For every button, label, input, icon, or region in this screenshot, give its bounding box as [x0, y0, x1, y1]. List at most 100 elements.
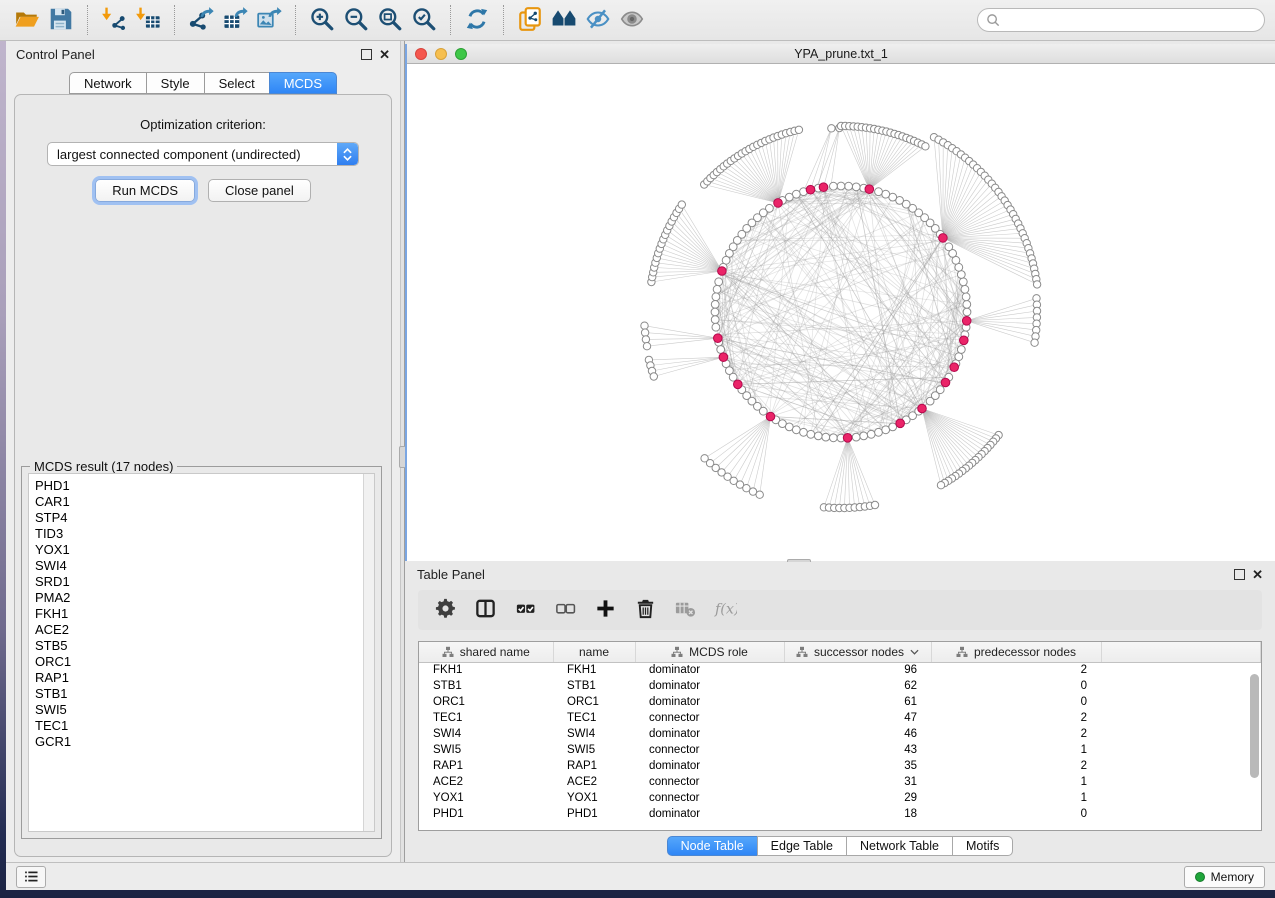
cell-name[interactable]: YOX1 [553, 790, 635, 806]
tab-style[interactable]: Style [146, 72, 204, 94]
tab-node-table[interactable]: Node Table [667, 836, 757, 856]
cell-successor_nodes[interactable]: 62 [784, 678, 931, 694]
result-list-item[interactable]: TID3 [35, 526, 363, 542]
first-neighbors-button[interactable] [547, 4, 581, 36]
cell-shared_name[interactable]: TEC1 [419, 710, 553, 726]
select-all-button[interactable] [508, 594, 542, 626]
criterion-dropdown[interactable]: largest connected component (undirected) [47, 142, 359, 166]
cell-predecessor_nodes[interactable]: 2 [931, 758, 1101, 774]
cell-name[interactable]: STB1 [553, 678, 635, 694]
cell-shared_name[interactable]: SWI5 [419, 742, 553, 758]
result-list-item[interactable]: PMA2 [35, 590, 363, 606]
cell-shared_name[interactable]: FKH1 [419, 662, 553, 678]
cell-mcds_role[interactable]: dominator [635, 678, 784, 694]
cell-successor_nodes[interactable]: 31 [784, 774, 931, 790]
result-list-item[interactable]: SRD1 [35, 574, 363, 590]
column-header-MCDS-role[interactable]: MCDS role [635, 642, 784, 662]
column-header-successor-nodes[interactable]: successor nodes [784, 642, 931, 662]
column-header-shared-name[interactable]: shared name [419, 642, 553, 662]
network-graph-canvas[interactable] [407, 64, 1275, 559]
cell-predecessor_nodes[interactable]: 2 [931, 726, 1101, 742]
result-list-item[interactable]: FKH1 [35, 606, 363, 622]
clone-network-button[interactable] [513, 4, 547, 36]
table-row[interactable]: ORC1ORC1dominator610 [419, 694, 1261, 710]
result-list-item[interactable]: STB5 [35, 638, 363, 654]
table-row[interactable]: STB1STB1dominator620 [419, 678, 1261, 694]
mcds-result-list[interactable]: PHD1CAR1STP4TID3YOX1SWI4SRD1PMA2FKH1ACE2… [28, 473, 375, 832]
import-network-button[interactable] [97, 4, 131, 36]
table-row[interactable]: SWI4SWI4dominator462 [419, 726, 1261, 742]
tab-motifs[interactable]: Motifs [952, 836, 1013, 856]
cell-shared_name[interactable]: ACE2 [419, 774, 553, 790]
close-panel-button[interactable]: Close panel [208, 179, 311, 202]
cell-successor_nodes[interactable]: 18 [784, 806, 931, 822]
cell-predecessor_nodes[interactable]: 2 [931, 710, 1101, 726]
cell-mcds_role[interactable]: connector [635, 790, 784, 806]
cell-shared_name[interactable]: PHD1 [419, 806, 553, 822]
save-session-button[interactable] [44, 4, 78, 36]
result-list-item[interactable]: GCR1 [35, 734, 363, 750]
cell-predecessor_nodes[interactable]: 1 [931, 774, 1101, 790]
cell-mcds_role[interactable]: dominator [635, 662, 784, 678]
table-row[interactable]: PHD1PHD1dominator180 [419, 806, 1261, 822]
cell-mcds_role[interactable]: connector [635, 774, 784, 790]
cell-name[interactable]: PHD1 [553, 806, 635, 822]
search-input[interactable] [1006, 13, 1256, 27]
create-column-button[interactable] [588, 594, 622, 626]
table-row[interactable]: ACE2ACE2connector311 [419, 774, 1261, 790]
cell-successor_nodes[interactable]: 46 [784, 726, 931, 742]
zoom-fit-button[interactable] [373, 4, 407, 36]
table-scrollbar[interactable] [1250, 674, 1259, 778]
task-history-button[interactable] [16, 866, 46, 888]
cell-predecessor_nodes[interactable]: 0 [931, 694, 1101, 710]
export-network-button[interactable] [184, 4, 218, 36]
cell-shared_name[interactable]: SWI4 [419, 726, 553, 742]
cell-successor_nodes[interactable]: 43 [784, 742, 931, 758]
result-list-item[interactable]: CAR1 [35, 494, 363, 510]
cell-predecessor_nodes[interactable]: 1 [931, 790, 1101, 806]
delete-columns-button[interactable] [628, 594, 662, 626]
result-list-item[interactable]: PHD1 [35, 478, 363, 494]
table-row[interactable]: SWI5SWI5connector431 [419, 742, 1261, 758]
cell-name[interactable]: RAP1 [553, 758, 635, 774]
deselect-all-button[interactable] [548, 594, 582, 626]
table-row[interactable]: FKH1FKH1dominator962 [419, 662, 1261, 678]
result-list-item[interactable]: YOX1 [35, 542, 363, 558]
hide-panel-button[interactable] [581, 4, 615, 36]
result-list-item[interactable]: ORC1 [35, 654, 363, 670]
cell-successor_nodes[interactable]: 61 [784, 694, 931, 710]
result-list-item[interactable]: SWI4 [35, 558, 363, 574]
float-panel-icon[interactable] [361, 49, 372, 60]
search-box[interactable] [977, 8, 1265, 32]
table-row[interactable]: YOX1YOX1connector291 [419, 790, 1261, 806]
table-row[interactable]: TEC1TEC1connector472 [419, 710, 1261, 726]
cell-shared_name[interactable]: YOX1 [419, 790, 553, 806]
cell-successor_nodes[interactable]: 47 [784, 710, 931, 726]
cell-shared_name[interactable]: STB1 [419, 678, 553, 694]
cell-predecessor_nodes[interactable]: 0 [931, 806, 1101, 822]
cell-name[interactable]: SWI4 [553, 726, 635, 742]
cell-successor_nodes[interactable]: 96 [784, 662, 931, 678]
cell-shared_name[interactable]: ORC1 [419, 694, 553, 710]
result-list-item[interactable]: RAP1 [35, 670, 363, 686]
export-image-button[interactable] [252, 4, 286, 36]
node-table[interactable]: shared namenameMCDS rolesuccessor nodesp… [418, 641, 1262, 831]
show-columns-button[interactable] [468, 594, 502, 626]
cell-name[interactable]: ACE2 [553, 774, 635, 790]
cell-successor_nodes[interactable]: 29 [784, 790, 931, 806]
import-table-button[interactable] [131, 4, 165, 36]
result-list-item[interactable]: STP4 [35, 510, 363, 526]
export-table-button[interactable] [218, 4, 252, 36]
refresh-layout-button[interactable] [460, 4, 494, 36]
cell-predecessor_nodes[interactable]: 2 [931, 662, 1101, 678]
cell-name[interactable]: TEC1 [553, 710, 635, 726]
network-window-titlebar[interactable]: YPA_prune.txt_1 [407, 44, 1275, 64]
cell-mcds_role[interactable]: dominator [635, 694, 784, 710]
column-header-predecessor-nodes[interactable]: predecessor nodes [931, 642, 1101, 662]
tab-network-table[interactable]: Network Table [846, 836, 952, 856]
tab-mcds[interactable]: MCDS [269, 72, 337, 94]
close-panel-icon[interactable]: ✕ [379, 49, 390, 60]
memory-button[interactable]: Memory [1184, 866, 1265, 888]
result-list-item[interactable]: SWI5 [35, 702, 363, 718]
float-table-panel-icon[interactable] [1234, 569, 1245, 580]
